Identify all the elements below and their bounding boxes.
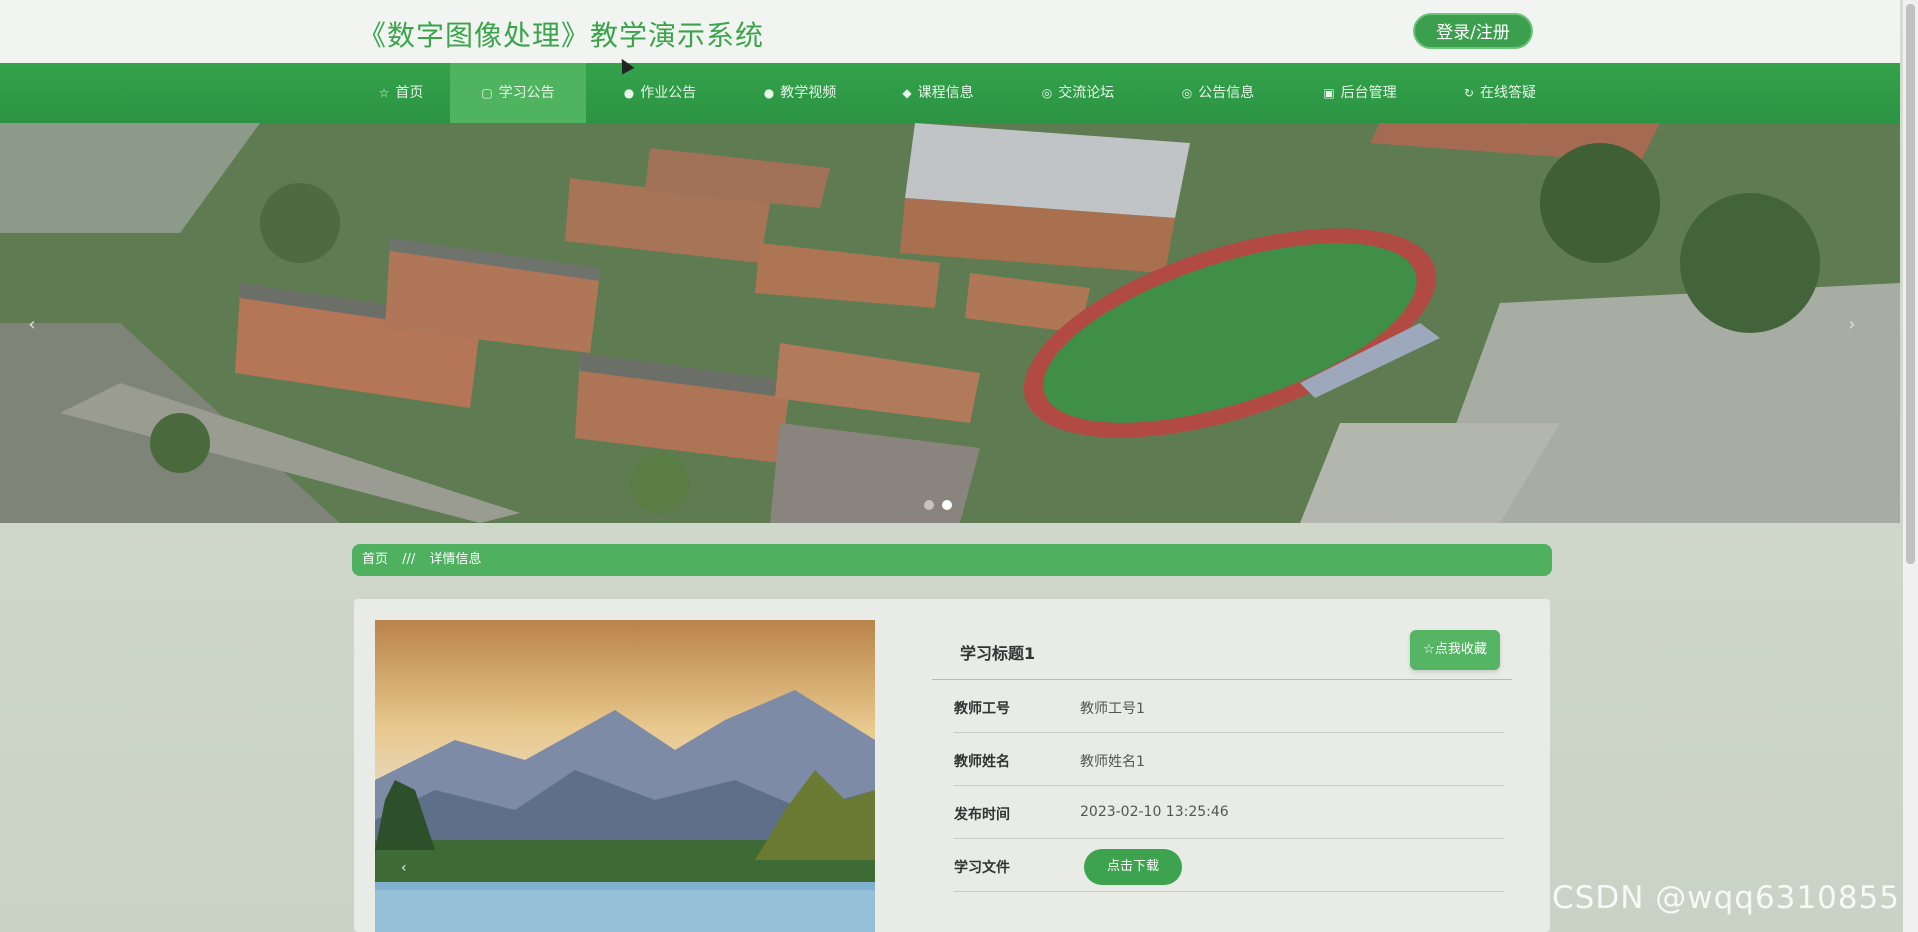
detail-info-panel: 学习标题1 ☆点我收藏 教师工号 教师工号1 教师姓名 教师姓名1 发布时间 2… <box>932 620 1512 892</box>
breadcrumb-home-link[interactable]: 首页 <box>362 552 388 567</box>
top-header: 《数字图像处理》教学演示系统 登录/注册 <box>0 0 1900 63</box>
download-button[interactable]: 点击下载 <box>1084 849 1182 885</box>
nav-item-label: 在线答疑 <box>1480 85 1537 101</box>
nav-item-label: 教学视频 <box>780 85 837 101</box>
nav-item-label: 后台管理 <box>1340 85 1397 101</box>
breadcrumb: 首页 /// 详情信息 <box>352 544 1552 576</box>
page-scrollbar[interactable] <box>1903 0 1918 932</box>
watermark: CSDN @wqq6310855 <box>1552 880 1901 916</box>
detail-image-carousel: ‹ <box>375 620 875 932</box>
banner-dot-1[interactable] <box>924 500 934 510</box>
banner-pagination <box>920 495 956 514</box>
nav-item-label: 首页 <box>395 85 424 101</box>
field-label: 教师姓名 <box>954 754 1010 770</box>
field-value: 教师工号1 <box>1080 701 1145 717</box>
nav-item-online-qa[interactable]: ↻ 在线答疑 <box>1440 63 1560 123</box>
detail-field-row: 教师姓名 教师姓名1 <box>954 733 1504 786</box>
field-label: 教师工号 <box>954 701 1010 717</box>
nav-item-label: 学习公告 <box>498 85 555 101</box>
campus-banner-carousel: ‹ › <box>0 123 1900 523</box>
play-icon: ● <box>763 86 775 100</box>
nav-item-course-info[interactable]: ◆ 课程信息 <box>878 63 998 123</box>
breadcrumb-current: 详情信息 <box>429 552 482 567</box>
favorite-button[interactable]: ☆点我收藏 <box>1410 630 1500 670</box>
nav-item-study-notice[interactable]: ▢ 学习公告 <box>450 63 586 123</box>
nav-item-admin[interactable]: ▣ 后台管理 <box>1300 63 1420 123</box>
field-label: 学习文件 <box>954 860 1010 876</box>
shield-icon: ◆ <box>902 86 912 100</box>
star-icon: ☆ <box>378 86 390 100</box>
detail-file-row: 学习文件 点击下载 <box>954 839 1504 892</box>
login-register-button[interactable]: 登录/注册 <box>1413 13 1533 49</box>
campus-aerial-image <box>0 123 1900 523</box>
breadcrumb-separator: /// <box>402 552 416 567</box>
banner-prev-arrow[interactable]: ‹ <box>20 313 44 337</box>
nav-item-label: 课程信息 <box>917 85 974 101</box>
banner-next-arrow[interactable]: › <box>1840 313 1864 337</box>
detail-field-row: 发布时间 2023-02-10 13:25:46 <box>954 786 1504 839</box>
nav-item-announcements[interactable]: ◎ 公告信息 <box>1158 63 1278 123</box>
field-value: 教师姓名1 <box>1080 754 1145 770</box>
banner-dot-2[interactable] <box>942 500 952 510</box>
nav-item-label: 作业公告 <box>640 85 697 101</box>
detail-title: 学习标题1 <box>960 644 1036 663</box>
field-label: 发布时间 <box>954 807 1010 823</box>
field-value: 2023-02-10 13:25:46 <box>1080 804 1229 820</box>
nav-item-label: 公告信息 <box>1198 85 1255 101</box>
chat-icon: ◎ <box>1041 86 1053 100</box>
scrollbar-thumb[interactable] <box>1906 4 1915 564</box>
mountain-lake-image <box>375 620 875 932</box>
nav-item-homework-notice[interactable]: ● 作业公告 <box>600 63 720 123</box>
nav-item-forum[interactable]: ◎ 交流论坛 <box>1018 63 1138 123</box>
nav-item-teaching-video[interactable]: ● 教学视频 <box>740 63 860 123</box>
clipboard-icon: ▢ <box>481 86 493 100</box>
detail-title-row: 学习标题1 ☆点我收藏 <box>932 620 1512 680</box>
image-prev-arrow[interactable]: ‹ <box>401 860 407 876</box>
building-icon: ▣ <box>1323 86 1335 100</box>
headset-icon: ↻ <box>1463 86 1475 100</box>
nav-item-home[interactable]: ☆ 首页 <box>352 63 450 123</box>
nav-item-label: 交流论坛 <box>1058 85 1115 101</box>
main-nav: ☆ 首页 ▢ 学习公告 ● 作业公告 ● 教学视频 ◆ 课程信息 ◎ 交流论坛 ◎ 公告信息 … <box>0 63 1900 123</box>
site-title: 《数字图像处理》教学演示系统 <box>358 19 765 52</box>
bell-icon: ◎ <box>1181 86 1193 100</box>
detail-field-row: 教师工号 教师工号1 <box>954 680 1504 733</box>
